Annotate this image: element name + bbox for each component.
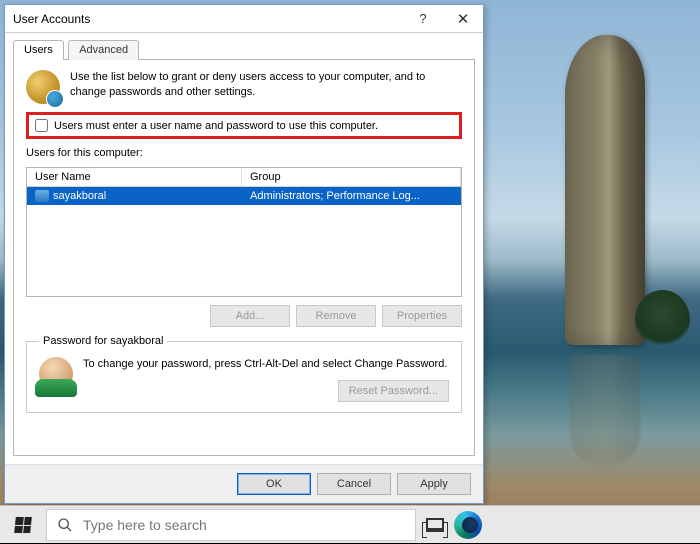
- wallpaper-rock: [565, 35, 645, 345]
- user-name-cell: sayakboral: [53, 190, 106, 202]
- intro-row: Use the list below to grant or deny user…: [26, 70, 462, 104]
- cancel-button[interactable]: Cancel: [317, 473, 391, 495]
- users-listview[interactable]: User Name Group sayakboral Administrator…: [26, 167, 462, 297]
- edge-browser-icon[interactable]: [454, 511, 482, 539]
- tab-advanced[interactable]: Advanced: [68, 40, 139, 60]
- user-buttons-row: Add... Remove Properties: [26, 305, 462, 327]
- person-icon: [39, 357, 73, 391]
- users-list-label: Users for this computer:: [26, 147, 462, 159]
- dialog-title: User Accounts: [13, 12, 403, 26]
- intro-text: Use the list below to grant or deny user…: [70, 70, 462, 100]
- keys-icon: [26, 70, 60, 104]
- help-button[interactable]: ?: [403, 5, 443, 33]
- tab-users[interactable]: Users: [13, 40, 64, 60]
- wallpaper-tree: [635, 290, 690, 350]
- dialog-footer-buttons: OK Cancel Apply: [5, 464, 483, 503]
- ok-button[interactable]: OK: [237, 473, 311, 495]
- taskbar-icons: [416, 511, 492, 539]
- add-button[interactable]: Add...: [210, 305, 290, 327]
- require-password-label[interactable]: Users must enter a user name and passwor…: [54, 120, 378, 132]
- user-row[interactable]: sayakboral Administrators; Performance L…: [27, 187, 461, 205]
- highlighted-option: Users must enter a user name and passwor…: [26, 112, 462, 139]
- column-group[interactable]: Group: [242, 168, 461, 186]
- password-instructions: To change your password, press Ctrl-Alt-…: [83, 357, 449, 372]
- tab-row: Users Advanced: [5, 33, 483, 59]
- properties-button[interactable]: Properties: [382, 305, 462, 327]
- task-view-icon[interactable]: [426, 518, 444, 532]
- windows-logo-icon: [14, 517, 32, 533]
- tab-panel-users: Use the list below to grant or deny user…: [13, 59, 475, 456]
- dialog-titlebar[interactable]: User Accounts ? ✕: [5, 5, 483, 33]
- taskbar: Type here to search: [0, 505, 700, 543]
- column-username[interactable]: User Name: [27, 168, 242, 186]
- user-group-cell: Administrators; Performance Log...: [242, 189, 461, 203]
- password-groupbox: Password for sayakboral To change your p…: [26, 335, 462, 413]
- wallpaper-rock-reflection: [570, 355, 640, 465]
- user-icon: [35, 190, 49, 202]
- require-password-checkbox[interactable]: [35, 119, 48, 132]
- start-button[interactable]: [0, 506, 46, 544]
- remove-button[interactable]: Remove: [296, 305, 376, 327]
- listview-header: User Name Group: [27, 168, 461, 187]
- close-button[interactable]: ✕: [443, 5, 483, 33]
- reset-password-button[interactable]: Reset Password...: [338, 380, 449, 402]
- taskbar-search[interactable]: Type here to search: [46, 509, 416, 541]
- search-placeholder: Type here to search: [83, 517, 207, 533]
- user-accounts-dialog: User Accounts ? ✕ Users Advanced Use the…: [4, 4, 484, 504]
- password-legend: Password for sayakboral: [39, 335, 167, 347]
- apply-button[interactable]: Apply: [397, 473, 471, 495]
- search-icon: [57, 517, 73, 533]
